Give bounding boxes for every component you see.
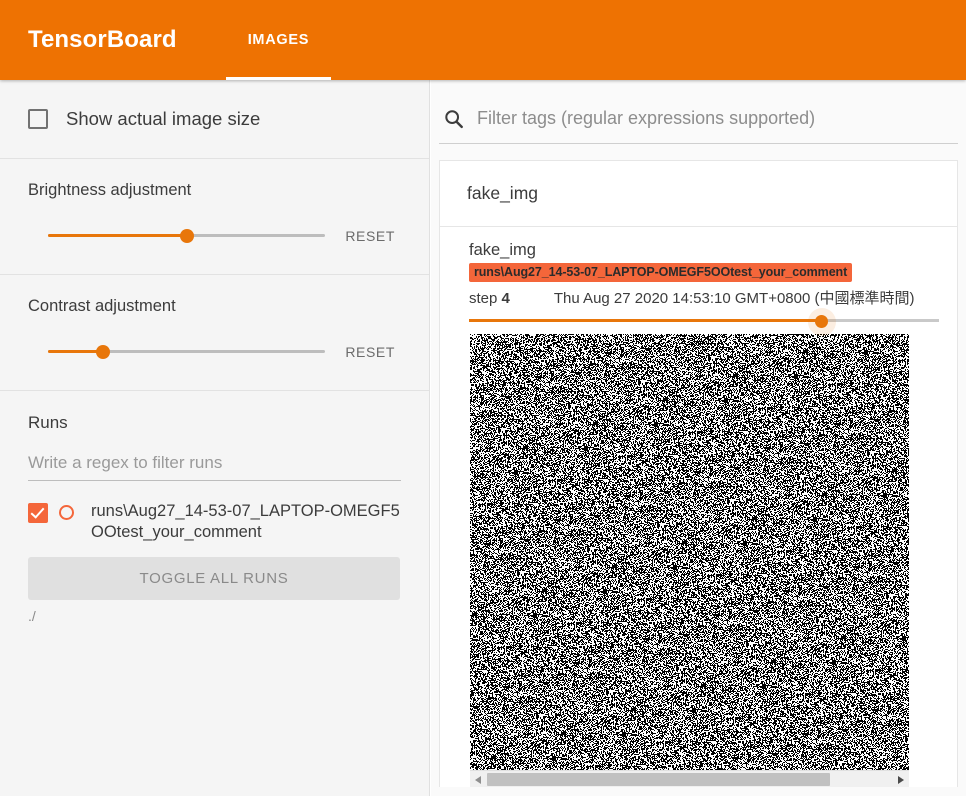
tag-filter-bar xyxy=(439,96,958,144)
tab-images[interactable]: IMAGES xyxy=(225,0,332,80)
sidebar: Show actual image size Brightness adjust… xyxy=(0,80,430,796)
show-actual-image-size-label: Show actual image size xyxy=(66,108,261,129)
image-card-step-row: step 4 Thu Aug 27 2020 14:53:10 GMT+0800… xyxy=(469,287,939,308)
runs-filter-input[interactable] xyxy=(28,451,401,481)
image-card: fake_img runs\Aug27_14-53-07_LAPTOP-OMEG… xyxy=(440,227,957,787)
brightness-reset-button[interactable]: RESET xyxy=(339,222,401,250)
contrast-slider-fill xyxy=(48,350,104,353)
nav-tabs: IMAGES xyxy=(225,0,332,80)
brightness-title: Brightness adjustment xyxy=(28,181,192,199)
contrast-slider[interactable] xyxy=(48,343,326,361)
tag-group-header[interactable]: fake_img xyxy=(440,161,957,227)
brightness-slider-thumb[interactable] xyxy=(179,229,194,243)
main-panel: fake_img fake_img runs\Aug27_14-53-07_LA… xyxy=(431,80,966,796)
tab-images-label: IMAGES xyxy=(247,32,310,48)
run-color-circle-icon xyxy=(59,505,74,520)
noise-image xyxy=(470,334,909,770)
run-name-label: runs\Aug27_14-53-07_LAPTOP-OMEGF5OOtest_… xyxy=(91,502,400,541)
contrast-reset-button[interactable]: RESET xyxy=(339,338,401,366)
show-actual-image-size-checkbox[interactable] xyxy=(28,109,48,129)
image-card-run-badge: runs\Aug27_14-53-07_LAPTOP-OMEGF5OOtest_… xyxy=(469,263,853,282)
step-value: 4 xyxy=(501,290,510,307)
run-checkbox[interactable] xyxy=(28,503,48,523)
runs-section: Runs runs\Aug27_14-53-07_LAPTOP-OMEGF5OO… xyxy=(0,391,429,624)
brightness-control: Brightness adjustment RESET xyxy=(0,159,429,274)
step-slider-thumb[interactable] xyxy=(815,314,828,328)
tag-filter-input[interactable] xyxy=(475,107,958,130)
scroll-left-arrow-icon[interactable] xyxy=(470,771,487,788)
step-label-text: step 4 xyxy=(469,290,510,307)
runs-title: Runs xyxy=(28,413,68,432)
image-card-title: fake_img xyxy=(469,241,536,259)
tag-group-fake-img: fake_img fake_img runs\Aug27_14-53-07_LA… xyxy=(439,160,958,787)
top-app-bar: TensorBoard IMAGES xyxy=(0,0,966,80)
contrast-title: Contrast adjustment xyxy=(28,297,176,315)
image-viewport xyxy=(470,334,909,770)
search-icon xyxy=(445,109,463,128)
step-timestamp: Thu Aug 27 2020 14:53:10 GMT+0800 (中國標準時… xyxy=(553,290,915,307)
scrollbar-thumb[interactable] xyxy=(487,772,830,786)
logdir-label: ./ xyxy=(28,608,36,624)
run-list-item[interactable]: runs\Aug27_14-53-07_LAPTOP-OMEGF5OOtest_… xyxy=(28,501,401,543)
step-slider[interactable] xyxy=(469,308,939,336)
contrast-slider-thumb[interactable] xyxy=(96,345,111,359)
app-brand-title: TensorBoard xyxy=(28,26,177,53)
image-horizontal-scrollbar[interactable] xyxy=(470,770,909,787)
brightness-slider[interactable] xyxy=(48,227,326,245)
toggle-all-runs-button[interactable]: TOGGLE ALL RUNS xyxy=(28,557,400,600)
step-word: step xyxy=(469,290,498,307)
contrast-control: Contrast adjustment RESET xyxy=(0,275,429,390)
step-slider-fill xyxy=(469,319,822,322)
scroll-right-arrow-icon[interactable] xyxy=(892,771,909,788)
show-actual-image-size-row[interactable]: Show actual image size xyxy=(0,80,429,158)
brightness-slider-fill xyxy=(48,234,187,237)
